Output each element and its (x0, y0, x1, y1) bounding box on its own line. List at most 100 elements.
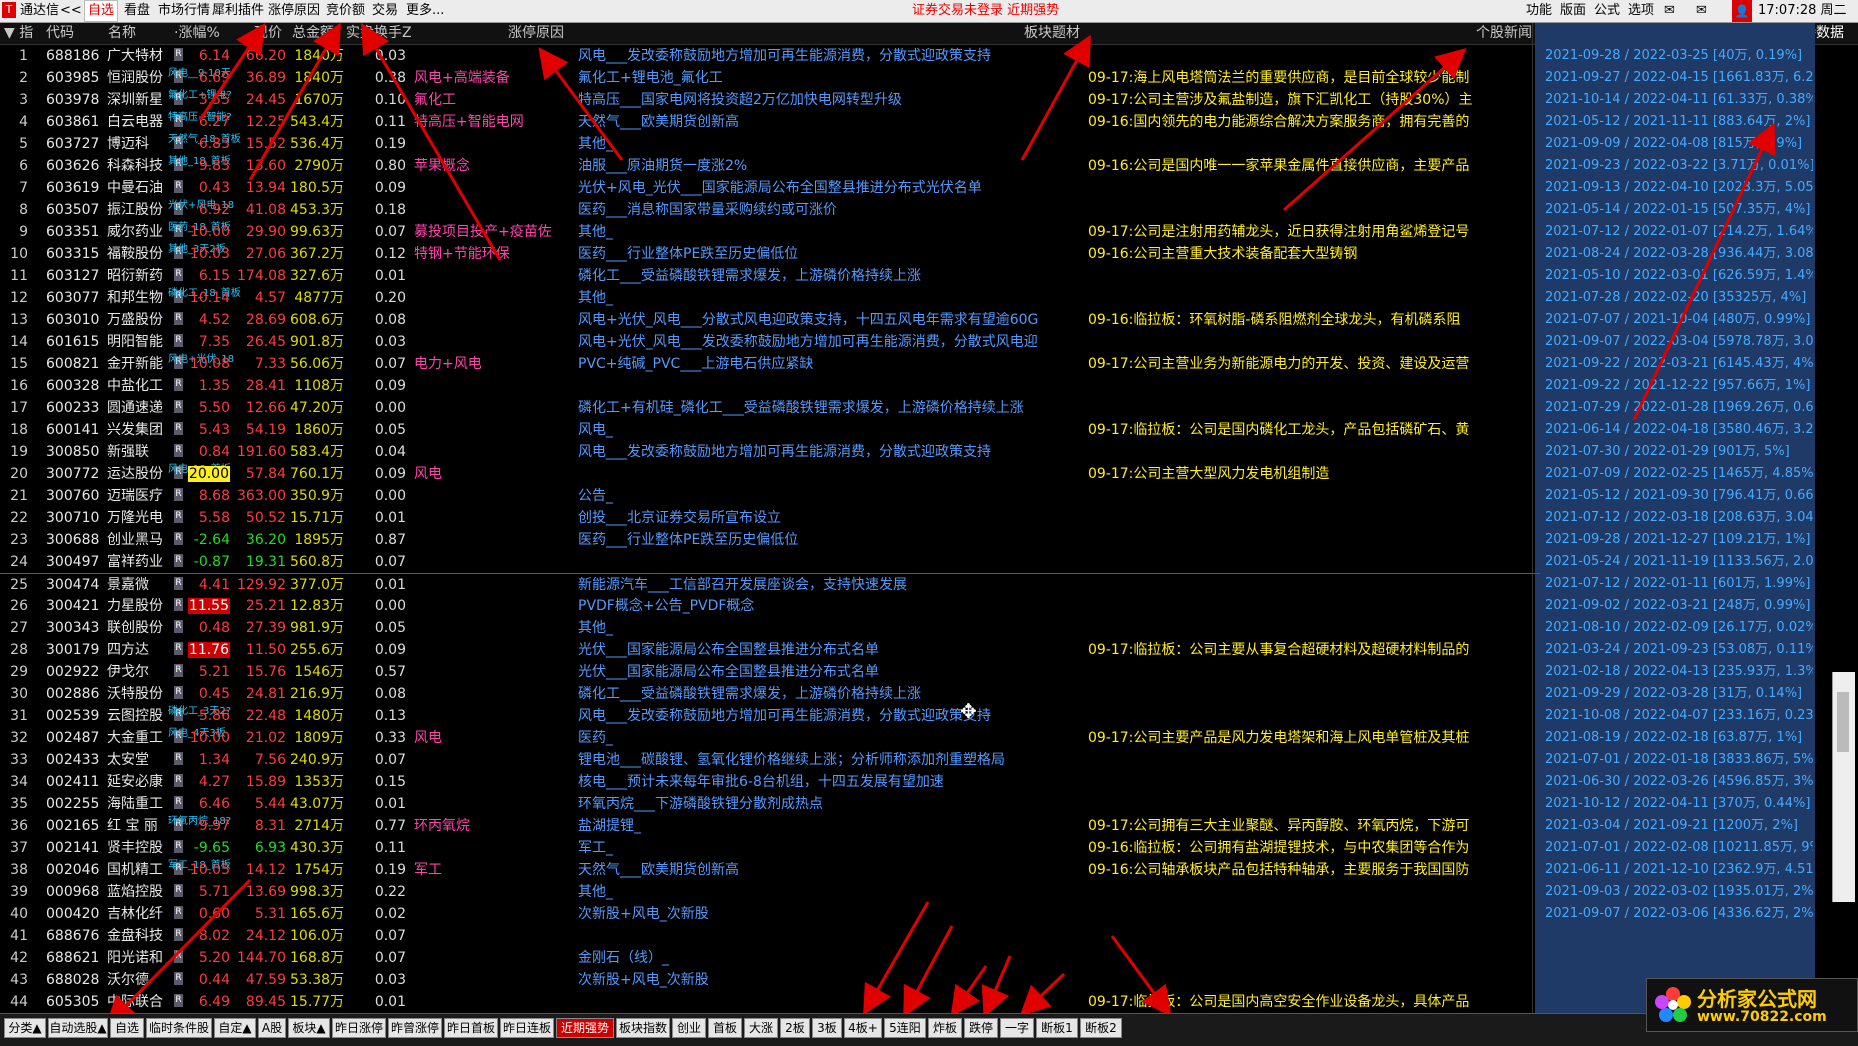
stock-code[interactable]: 002922 (46, 661, 106, 683)
stock-code[interactable]: 601615 (46, 331, 106, 353)
tab-13[interactable]: 板块指数 (616, 1018, 670, 1038)
tab-5[interactable]: 自定▲ (214, 1018, 256, 1038)
table-row[interactable]: 22 300710 万隆光电 R 5.58 50.52 15.71万 0.01 创投___北京证… (0, 507, 1540, 529)
stock-name[interactable]: 迈瑞医疗 (107, 485, 173, 507)
stock-code[interactable]: 603127 (46, 265, 106, 287)
menu-market[interactable]: 市场行情 (158, 0, 210, 22)
stock-name[interactable]: 科森科技 (107, 155, 173, 177)
tab-17[interactable]: 2板 (780, 1018, 810, 1038)
stock-name[interactable]: 和邦生物 (107, 287, 173, 309)
table-row[interactable]: 5 603727 博迈科 R 天然气_18_首板 6.83 15.52 536.4万 0.19 其… (0, 133, 1540, 155)
stock-name[interactable]: 运达股份 (107, 463, 173, 485)
stock-name[interactable]: 国机精工 (107, 859, 173, 881)
stock-code[interactable]: 600233 (46, 397, 106, 419)
stock-code[interactable]: 300760 (46, 485, 106, 507)
header-index[interactable]: ▼ 指 (4, 23, 33, 44)
scrollbar-thumb[interactable] (1837, 692, 1849, 752)
stock-name[interactable]: 红 宝 丽 (107, 815, 173, 837)
message-icon[interactable]: ✉ (1696, 0, 1707, 22)
menu-auction[interactable]: 竞价额 (326, 0, 365, 22)
stock-name[interactable]: 创业黑马 (107, 529, 173, 551)
menu-options[interactable]: 选项 (1628, 0, 1654, 22)
stock-code[interactable]: 688028 (46, 969, 106, 991)
stock-code[interactable]: 603727 (46, 133, 106, 155)
stock-code[interactable]: 600821 (46, 353, 106, 375)
tab-2[interactable]: 自动选股▲ (48, 1018, 108, 1038)
tab-23[interactable]: 一字 (1000, 1018, 1034, 1038)
stock-code[interactable]: 002487 (46, 727, 106, 749)
table-row[interactable]: 20300772运达股份R风电_18_首板20.0057.84760.1万0.0… (0, 463, 1540, 485)
stock-name[interactable]: 沃特股份 (107, 683, 173, 705)
stock-name[interactable]: 兴发集团 (107, 419, 173, 441)
stock-code[interactable]: 002539 (46, 705, 106, 727)
nav-back-button[interactable]: << (60, 0, 82, 22)
stock-code[interactable]: 000420 (46, 903, 106, 925)
stock-name[interactable]: 万盛股份 (107, 309, 173, 331)
stock-code[interactable]: 000968 (46, 881, 106, 903)
stock-code[interactable]: 002411 (46, 771, 106, 793)
table-row[interactable]: 13 603010 万盛股份 R 4.52 28.69 608.6万 0.08 风电+光伏_风电… (0, 309, 1540, 331)
header-price[interactable]: 现价 (254, 23, 282, 44)
table-row[interactable]: 28 300179 四方达 R 11.76 11.50 255.6万 0.09 光伏___国家能… (0, 639, 1540, 661)
stock-name[interactable]: 延安必康 (107, 771, 173, 793)
stock-name[interactable]: 威尔药业 (107, 221, 173, 243)
table-row[interactable]: 15 600821 金开新能 R 风电+光伏_18 10.08 7.33 56.06万 0.07… (0, 353, 1540, 375)
menu-more[interactable]: 更多... (406, 0, 444, 22)
stock-name[interactable]: 金开新能 (107, 353, 173, 375)
tab-6[interactable]: A股 (258, 1018, 286, 1038)
stock-name[interactable]: 振江股份 (107, 199, 173, 221)
table-row[interactable]: 31 002539 云图控股 R 磷化工_3天2? 5.86 22.48 1480万 0.13 风… (0, 705, 1540, 727)
table-row[interactable]: 25 300474 景嘉微 R 4.41 129.92 377.0万 0.01 新能源汽车___… (0, 573, 1540, 596)
table-row[interactable]: 24 300497 富祥药业 R -0.87 19.31 560.8万 0.07 (0, 551, 1540, 573)
stock-name[interactable]: 中际联合 (107, 991, 173, 1013)
table-row[interactable]: 32 002487 大金重工 R 风电_4天3板 10.00 21.02 1809万 0.33 风… (0, 727, 1540, 749)
stock-code[interactable]: 300343 (46, 617, 106, 639)
stock-code[interactable]: 603626 (46, 155, 106, 177)
stock-code[interactable]: 002886 (46, 683, 106, 705)
menu-formula[interactable]: 公式 (1594, 0, 1620, 22)
stock-name[interactable]: 阳光诺和 (107, 947, 173, 969)
stock-name[interactable]: 博迈科 (107, 133, 173, 155)
table-row[interactable]: 8 603507 振江股份 R 光伏+风电_18 6.92 41.08 453.3万 0.18 医… (0, 199, 1540, 221)
tab-4[interactable]: 临时条件股 (146, 1018, 212, 1038)
table-row[interactable]: 42 688621 阳光诺和 R 5.20 144.70 168.8万 0.07 金刚石（线）_ (0, 947, 1540, 969)
stock-code[interactable]: 300497 (46, 551, 106, 573)
stock-code[interactable]: 600328 (46, 375, 106, 397)
tab-8[interactable]: 昨日涨停 (332, 1018, 386, 1038)
stock-code[interactable]: 603985 (46, 67, 106, 89)
table-row[interactable]: 39 000968 蓝焰控股 R 5.71 13.69 998.3万 0.22 其他_ (0, 881, 1540, 903)
stock-name[interactable]: 明阳智能 (107, 331, 173, 353)
table-row[interactable]: 19 300850 新强联 R 0.84 191.60 583.4万 0.04 风电___发改委… (0, 441, 1540, 463)
stock-code[interactable]: 688186 (46, 45, 106, 67)
tab-20[interactable]: 5连阳 (884, 1018, 926, 1038)
table-row[interactable]: 27 300343 联创股份 R 0.48 27.39 981.9万 0.05 其他_ (0, 617, 1540, 639)
stock-name[interactable]: 大金重工 (107, 727, 173, 749)
stock-name[interactable]: 中盐化工 (107, 375, 173, 397)
stock-name[interactable]: 广大特材 (107, 45, 173, 67)
table-row[interactable]: 17 600233 圆通速递 R 5.50 12.66 47.20万 0.00 磷化工+有机硅_… (0, 397, 1540, 419)
tab-25[interactable]: 断板2 (1080, 1018, 1122, 1038)
login-alert[interactable]: 证券交易未登录 近期强势 (912, 0, 1059, 22)
stock-code[interactable]: 603507 (46, 199, 106, 221)
stock-code[interactable]: 603315 (46, 243, 106, 265)
tab-22[interactable]: 跌停 (964, 1018, 998, 1038)
header-news[interactable]: 个股新闻 (1476, 23, 1532, 44)
vertical-scrollbar[interactable] (1832, 672, 1855, 902)
stock-name[interactable]: 深圳新星 (107, 89, 173, 111)
menu-layout[interactable]: 版面 (1560, 0, 1586, 22)
user-icon[interactable]: 👤 (1732, 0, 1752, 22)
menu-limitup-reason[interactable]: 涨停原因 (268, 0, 320, 22)
table-row[interactable]: 16 600328 中盐化工 R 1.35 28.41 1108万 0.09 (0, 375, 1540, 397)
stock-name[interactable]: 金盘科技 (107, 925, 173, 947)
stock-name[interactable]: 富祥药业 (107, 551, 173, 573)
table-row[interactable]: 1 688186 广大特材 R 6.14 66.20 1840万 0.03 风电___发改委称鼓… (0, 45, 1540, 67)
table-row[interactable]: 12 603077 和邦生物 R 磷化工_18_首板 10.14 4.57 4877万 0.20… (0, 287, 1540, 309)
table-row[interactable]: 40 000420 吉林化纤 R 0.60 5.31 165.6万 0.02 次新股+风电_次新… (0, 903, 1540, 925)
stock-name[interactable]: 恒润股份 (107, 67, 173, 89)
tab-11[interactable]: 昨日连板 (500, 1018, 554, 1038)
table-row[interactable]: 37 002141 贤丰控股 R -9.65 6.93 430.3万 0.11 军工_ 09-16… (0, 837, 1540, 859)
table-row[interactable]: 34 002411 延安必康 R 4.27 15.89 1353万 0.15 核电___预计未来… (0, 771, 1540, 793)
menu-kanpan[interactable]: 看盘 (124, 0, 150, 22)
table-row[interactable]: 41 688676 金盘科技 R 8.02 24.12 106.0万 0.07 (0, 925, 1540, 947)
tab-9[interactable]: 昨曾涨停 (388, 1018, 442, 1038)
